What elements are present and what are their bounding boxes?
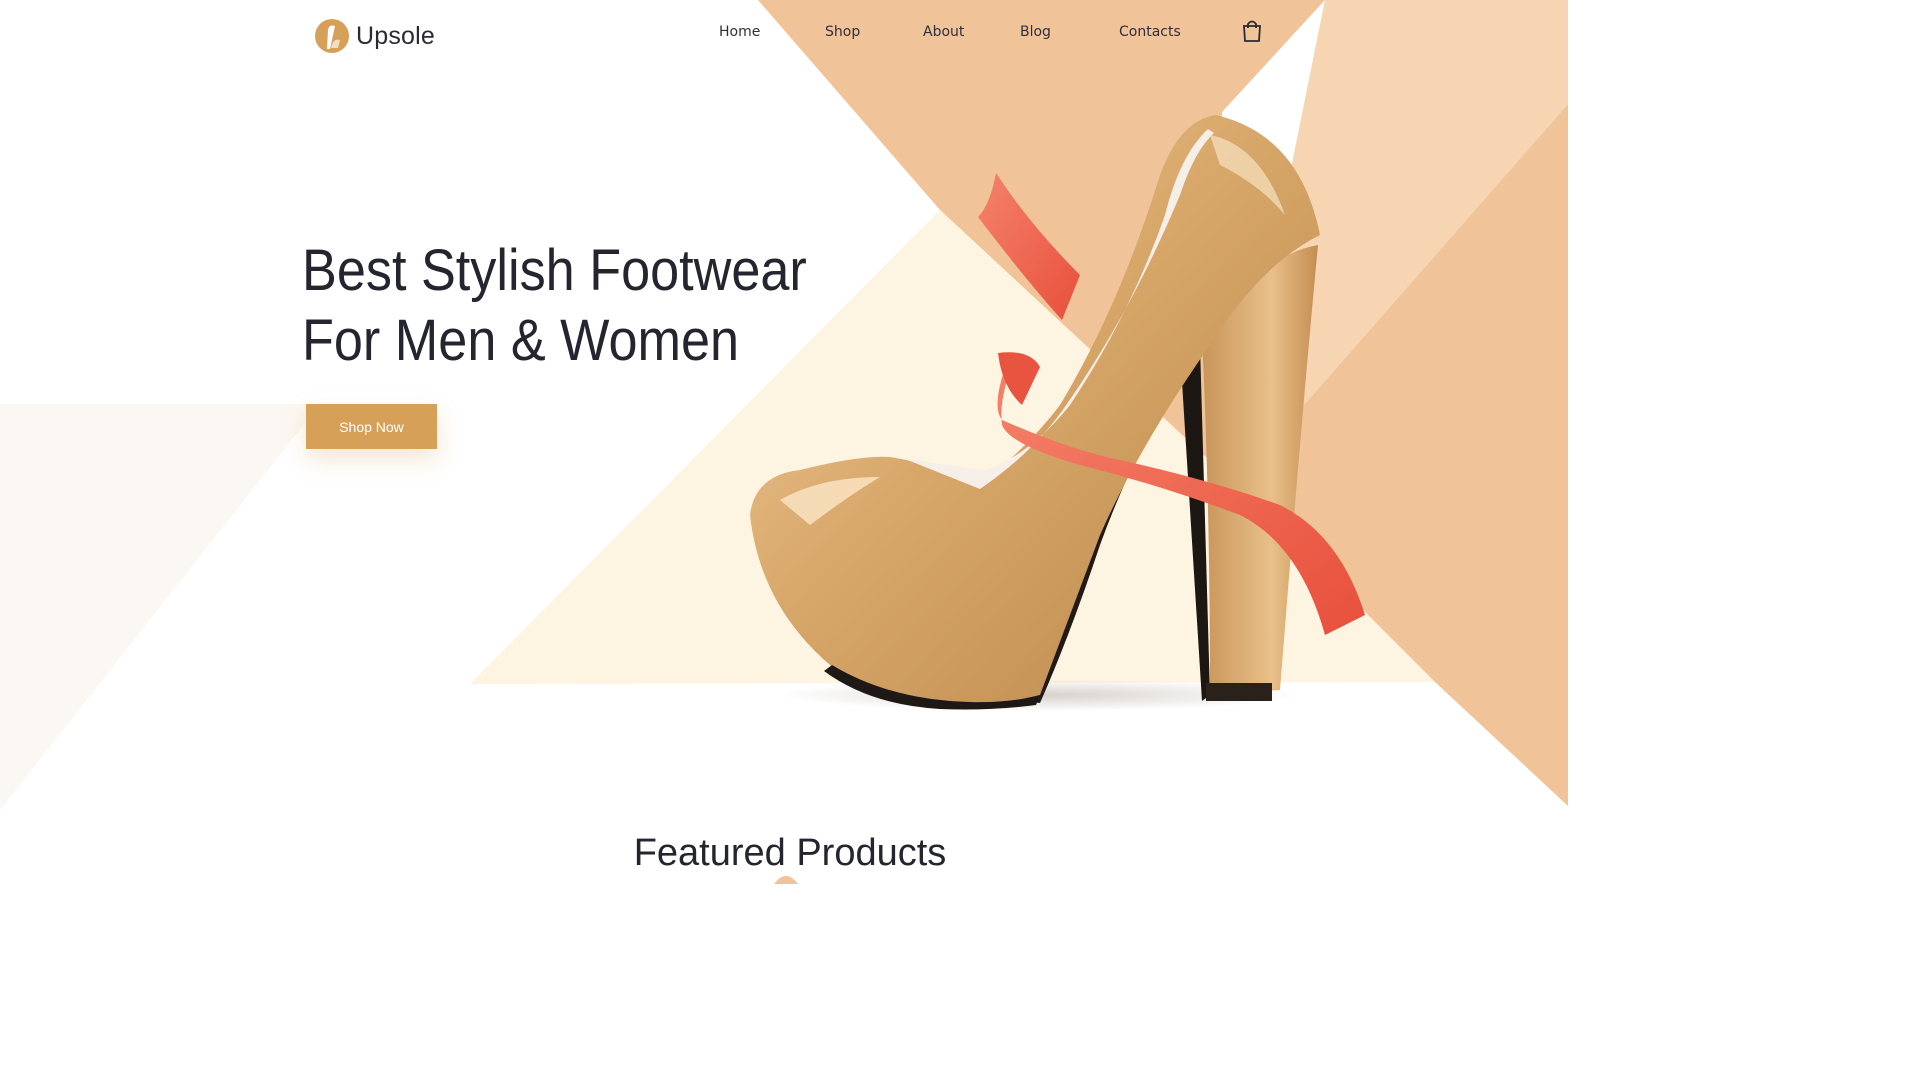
nav-blog[interactable]: Blog: [1020, 24, 1051, 40]
nav-home[interactable]: Home: [719, 24, 760, 40]
shopping-bag-icon[interactable]: [1241, 19, 1263, 43]
nav-shop[interactable]: Shop: [825, 24, 860, 40]
nav-about[interactable]: About: [923, 24, 964, 40]
shop-now-button[interactable]: Shop Now: [306, 404, 437, 449]
nav-contacts[interactable]: Contacts: [1119, 24, 1181, 40]
brand-name: Upsole: [356, 21, 436, 50]
hero-shoe-image: [750, 115, 1365, 711]
featured-divider-icon: [774, 876, 798, 884]
brand-logo[interactable]: Upsole: [314, 18, 435, 54]
high-heel-logo-icon: [315, 19, 349, 53]
